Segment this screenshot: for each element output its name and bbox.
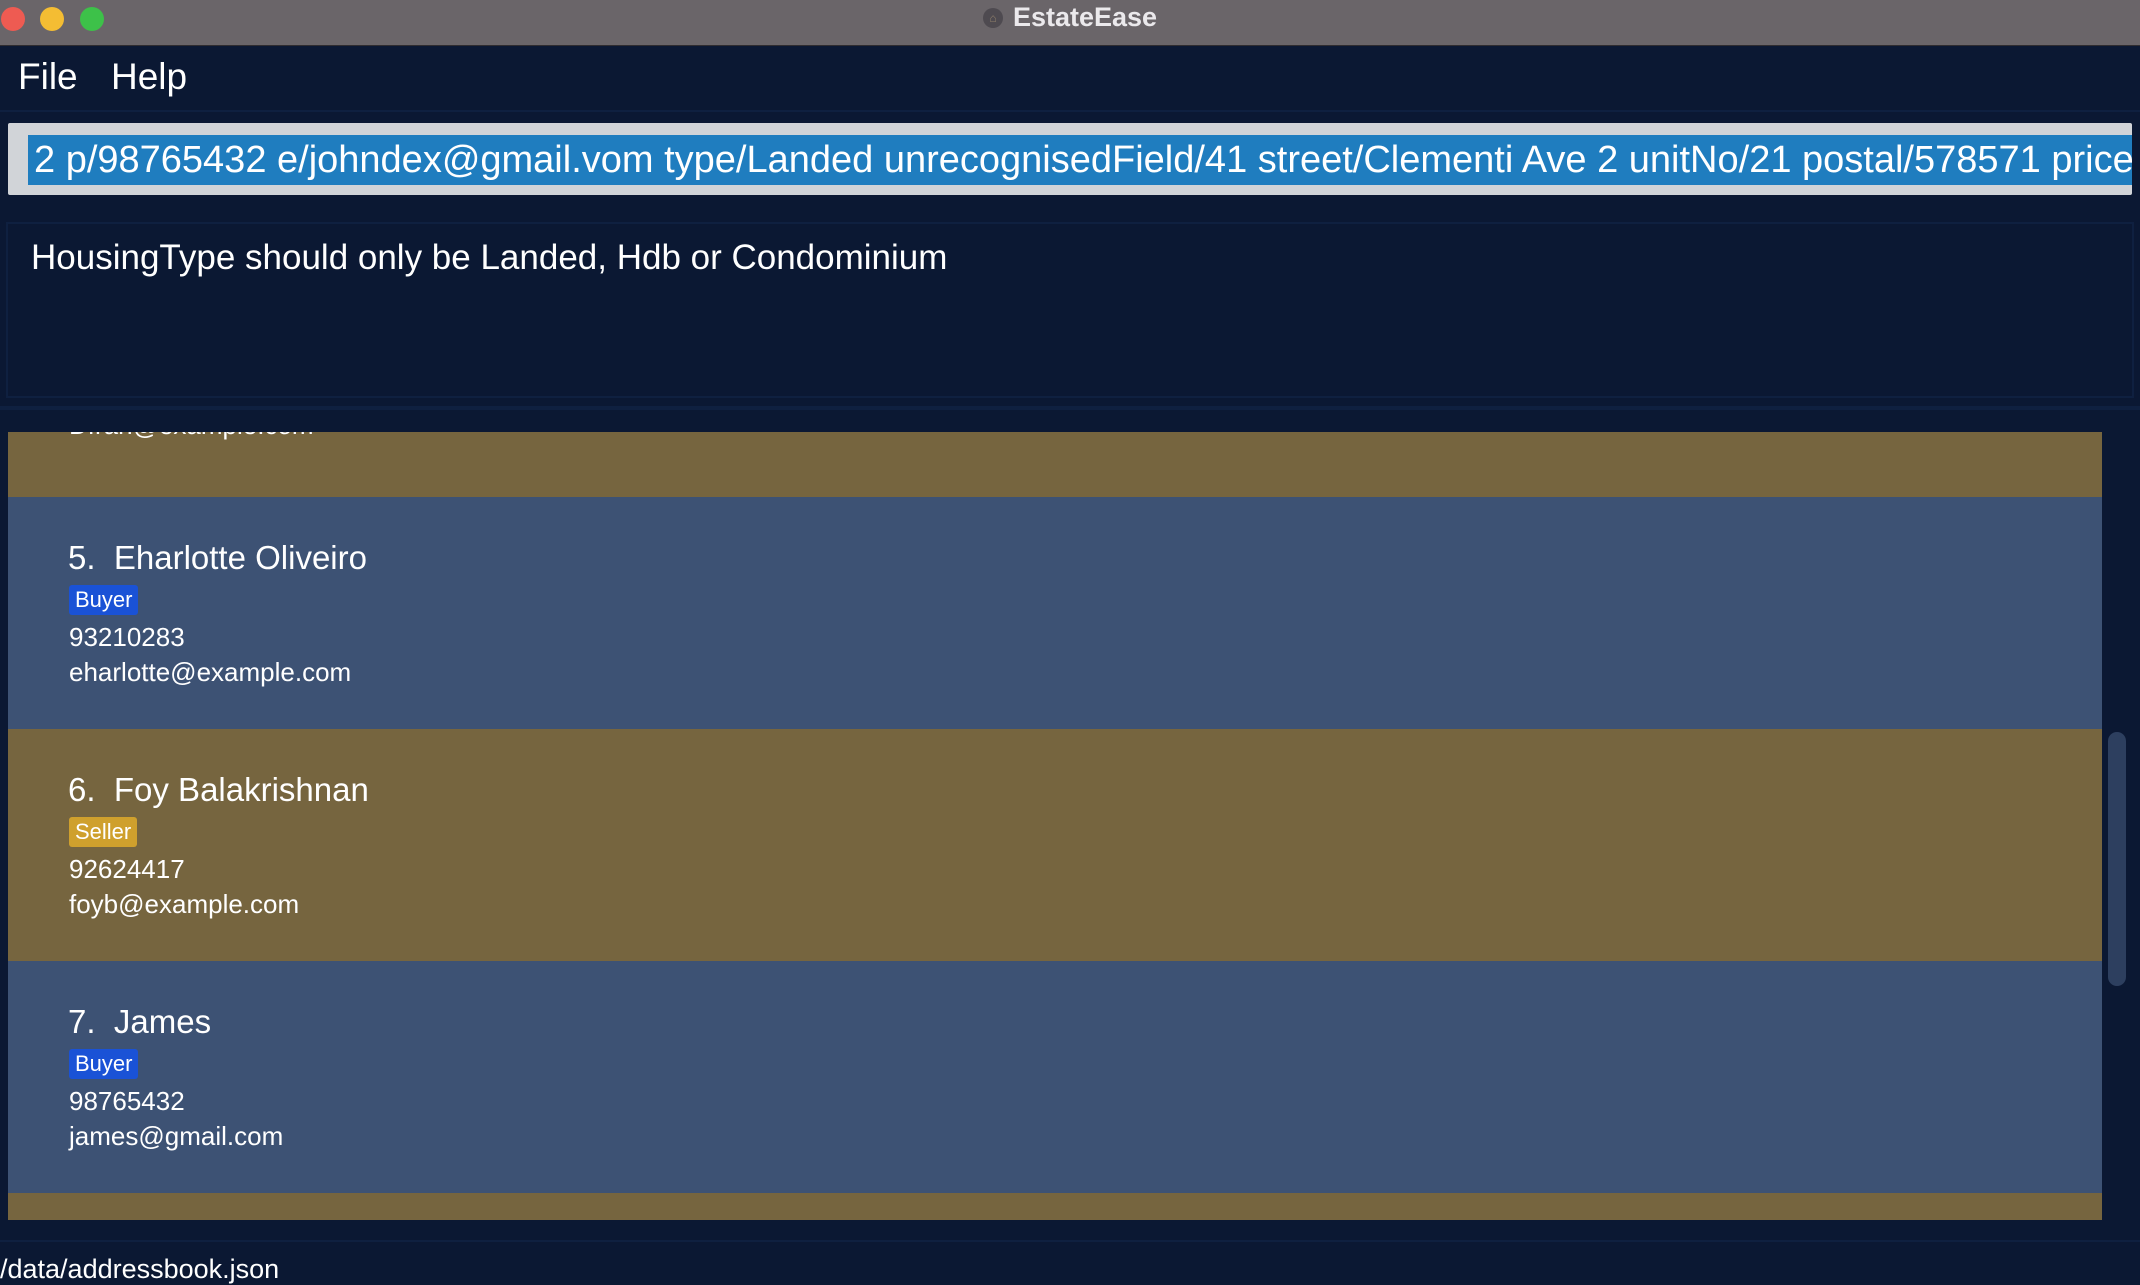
person-email: james@gmail.com	[69, 1121, 284, 1151]
result-message: HousingType should only be Landed, Hdb o…	[31, 238, 948, 277]
panel-divider[interactable]	[0, 406, 2140, 410]
person-email: foyb@example.com	[69, 889, 300, 919]
person-phone: 92624417	[69, 854, 185, 884]
menu-file[interactable]: File	[18, 56, 78, 98]
window-title-group: ⌂ EstateEase	[0, 0, 2140, 35]
person-card[interactable]: 5. Eharlotte Oliveiro Buyer 93210283 eha…	[8, 497, 2102, 729]
person-email: Dfran@example.com	[69, 432, 314, 441]
person-list[interactable]: Dfran@example.com 5. Eharlotte Oliveiro …	[8, 432, 2102, 1220]
person-card-partial[interactable]	[8, 1193, 2102, 1220]
person-card[interactable]: 7. James Buyer 98765432 james@gmail.com	[8, 961, 2102, 1193]
role-badge: Seller	[69, 817, 138, 847]
result-display: HousingType should only be Landed, Hdb o…	[6, 222, 2134, 398]
window-titlebar: ⌂ EstateEase	[0, 0, 2140, 46]
command-input[interactable]: 2 p/98765432 e/johndex@gmail.vom type/La…	[8, 123, 2132, 195]
person-email: eharlotte@example.com	[69, 657, 352, 687]
menu-help[interactable]: Help	[111, 56, 187, 98]
menu-bar: File Help	[0, 46, 2140, 112]
role-badge: Buyer	[69, 585, 139, 615]
person-phone: 98765432	[69, 1086, 185, 1116]
scrollbar-thumb[interactable]	[2108, 732, 2126, 986]
person-name: 6. Foy Balakrishnan	[68, 771, 369, 808]
person-card[interactable]: 6. Foy Balakrishnan Seller 92624417 foyb…	[8, 729, 2102, 961]
person-name: 7. James	[68, 1003, 212, 1040]
window-title: EstateEase	[1012, 2, 1158, 32]
save-file-path: /data/addressbook.json	[0, 1254, 280, 1284]
house-icon: ⌂	[982, 7, 1003, 28]
person-card-partial[interactable]: Dfran@example.com	[8, 432, 2102, 497]
status-bar: /data/addressbook.json	[0, 1240, 2140, 1284]
role-badge: Buyer	[69, 1049, 139, 1079]
person-name: 5. Eharlotte Oliveiro	[68, 539, 367, 576]
command-input-text[interactable]: 2 p/98765432 e/johndex@gmail.vom type/La…	[28, 135, 2132, 185]
person-phone: 93210283	[69, 622, 185, 652]
